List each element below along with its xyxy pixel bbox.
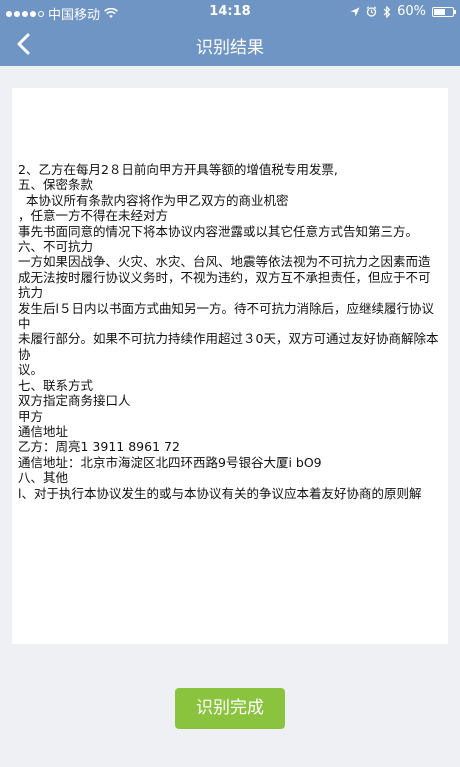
- document-line: 甲方: [18, 408, 44, 424]
- alarm-icon: [366, 6, 377, 17]
- status-bar: 中国移动 14:18 60%: [0, 0, 460, 23]
- document-line: 八、其他: [18, 470, 69, 486]
- battery-percentage: 60%: [397, 4, 426, 19]
- battery-icon: [432, 6, 456, 17]
- document-line: 双方指定商务接口人: [18, 393, 131, 409]
- document-line: 七、联系方式: [18, 377, 94, 393]
- recognized-document: 2、乙方在每月2８日前向甲方开具等额的增值税专用发票, 五、保密条款 本协议所有…: [12, 88, 448, 644]
- document-line: 通信地址：北京市海淀区北四环西路9号银谷大厦i bO9: [18, 454, 322, 470]
- navigation-bar: 识别结果: [0, 22, 460, 66]
- document-line: l、对于执行本协议发生的或与本协议有关的争议应本着友好协商的原则解: [18, 485, 422, 501]
- document-line: 乙方：周亮1 3911 8961 72: [18, 439, 180, 455]
- battery-level: [434, 8, 445, 15]
- document-line: 议。: [18, 362, 44, 378]
- finish-recognition-button[interactable]: 识别完成: [175, 688, 285, 729]
- document-line: 一方如果因战争、火灾、水灾、台风、地震等依法视为不可抗力之因素而造: [18, 254, 431, 270]
- document-line: 本协议所有条款内容将作为甲乙双方的商业机密: [18, 192, 289, 208]
- page-title: 识别结果: [196, 38, 264, 58]
- document-line: ，任意一方不得在未经对方: [18, 208, 169, 224]
- status-right: 60%: [350, 4, 456, 19]
- bluetooth-icon: [383, 5, 391, 18]
- document-line: 事先书面同意的情况下将本协议内容泄露或以其它任意方式告知第三方。: [18, 223, 419, 239]
- document-line: 成无法按时履行协议义务时，不视为违约，双方互不承担责任，但应于不可抗力: [18, 269, 431, 301]
- document-line: 六、不可抗力: [18, 239, 94, 255]
- document-line: 五、保密条款: [18, 177, 94, 193]
- location-icon: [350, 7, 360, 16]
- document-line: 发生后l５日内以书面方式曲知另一方。待不可抗力消除后，应继续履行协议中: [18, 300, 434, 332]
- document-line: 未履行部分。如果不可抗力持续作用超过３0天，双方可通过友好协商解除本协: [18, 331, 439, 362]
- document-line: 通信地址: [18, 423, 69, 439]
- document-line: 2、乙方在每月2８日前向甲方开具等额的增值税专用发票,: [18, 162, 338, 177]
